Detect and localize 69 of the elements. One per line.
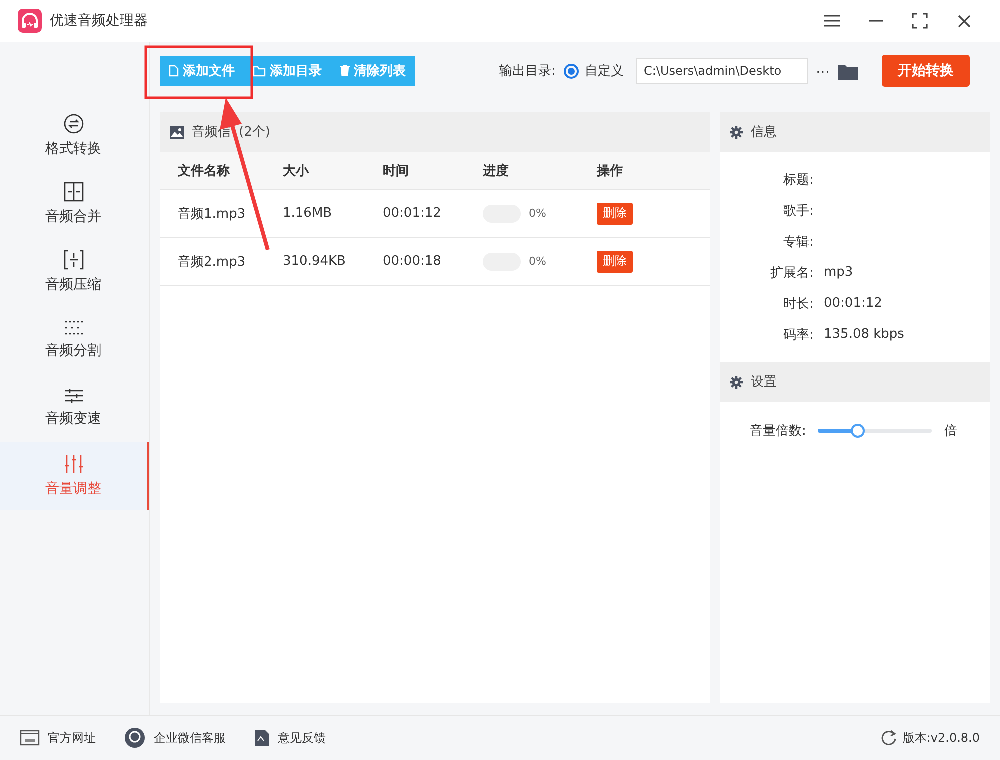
footer-link[interactable]: 企业微信客服 <box>124 727 226 749</box>
sidebar-item[interactable]: 音频合并 <box>0 170 149 238</box>
sidebar-item[interactable]: 音频变速 <box>0 374 149 442</box>
footer-link[interactable]: 意见反馈 <box>254 729 326 747</box>
field-value: mp3 <box>823 264 854 282</box>
sidebar-item[interactable]: 格式转换 <box>0 102 149 170</box>
output-label: 输出目录: <box>500 63 556 80</box>
field-label: 码率: <box>782 326 814 344</box>
footer-link[interactable]: 官方网址 <box>20 730 96 746</box>
sidebar-item[interactable]: 音频压缩 <box>0 238 149 306</box>
sliders-icon <box>64 388 84 404</box>
minimize-icon[interactable] <box>869 20 883 22</box>
progress-reading: 0% <box>529 255 546 268</box>
table-cell: 音频2.mp3 <box>160 238 265 286</box>
field-label: 专辑: <box>782 234 814 252</box>
file-icon <box>169 65 179 77</box>
delete-button[interactable]: 删除 <box>597 202 633 224</box>
merge-icon <box>64 182 84 202</box>
radio-label: 自定义 <box>585 63 624 80</box>
output-path-field[interactable]: C:\Users\admin\Deskto <box>636 58 808 84</box>
gear-icon <box>730 126 743 138</box>
fullscreen-icon[interactable] <box>912 13 928 29</box>
column-header: 操作 <box>579 152 710 190</box>
chat-icon <box>124 727 146 749</box>
delete-button[interactable]: 删除 <box>597 250 633 272</box>
radio-button[interactable] <box>564 64 579 78</box>
field-label: 时长: <box>782 296 814 314</box>
progress-reading: 0% <box>529 207 546 220</box>
table-cell: 音频1.mp3 <box>160 190 265 238</box>
trash-icon <box>340 65 350 77</box>
version-text: 版本:v2.0.8.0 <box>902 730 980 746</box>
table-cell: 00:00:18 <box>365 238 465 286</box>
close-icon[interactable] <box>958 14 970 28</box>
column-header: 进度 <box>465 152 579 190</box>
column-header: 时间 <box>365 152 465 190</box>
field-label: 扩展名: <box>770 264 814 282</box>
start-button[interactable]: 开始转换 <box>882 55 970 87</box>
swap-icon <box>64 114 84 134</box>
folder-icon[interactable] <box>838 62 858 80</box>
slider-thumb[interactable] <box>851 424 866 438</box>
panel-title: 信息 <box>751 124 777 141</box>
website-icon <box>20 730 40 746</box>
menu-icon[interactable] <box>824 15 840 27</box>
volume-slider[interactable] <box>818 423 932 439</box>
equalizer-icon <box>64 454 84 474</box>
table-cell: 310.94KB <box>265 238 365 286</box>
compress-icon <box>64 250 84 270</box>
field-value: 135.08 kbps <box>823 326 906 344</box>
panel-title: 设置 <box>751 374 777 391</box>
field-label: 歌手: <box>782 202 814 220</box>
image-icon <box>170 126 184 138</box>
gear-icon <box>730 376 743 388</box>
document-icon <box>254 729 270 747</box>
volume-label: 音量倍数: <box>750 423 806 440</box>
field-value: 00:01:12 <box>823 295 884 313</box>
window-title: 优速音频处理器 <box>50 12 149 30</box>
table-cell: 1.16MB <box>265 190 365 238</box>
table-cell: 00:01:12 <box>365 190 465 238</box>
column-header: 大小 <box>265 152 365 190</box>
split-icon <box>64 320 84 336</box>
more-button[interactable]: ··· <box>816 63 830 79</box>
volume-unit: 倍 <box>944 423 958 440</box>
headphones-logo-icon <box>18 9 42 33</box>
sidebar-item[interactable]: 音频分割 <box>0 306 149 374</box>
folder-icon <box>253 66 266 76</box>
refresh-icon <box>880 730 897 746</box>
field-label: 标题: <box>782 172 814 190</box>
column-header: 文件名称 <box>160 152 265 190</box>
file-count: (2个) <box>239 124 270 141</box>
